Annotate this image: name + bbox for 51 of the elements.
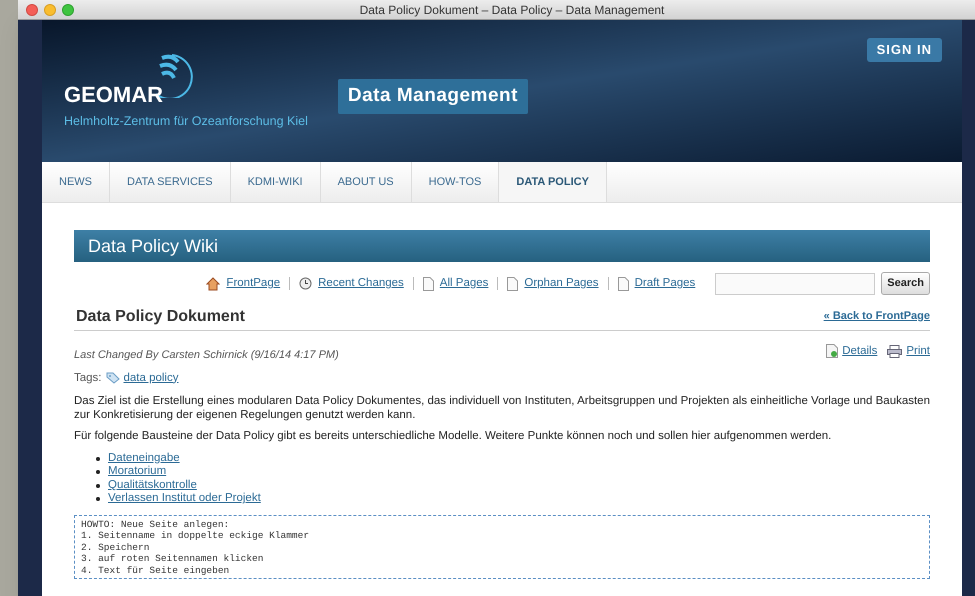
list-link[interactable]: Qualitätskontrolle <box>108 478 197 492</box>
home-icon <box>206 276 220 290</box>
howto-line: 2. Speichern <box>81 542 150 554</box>
howto-line: 1. Seitenname in doppelte eckige Klammer <box>81 530 310 542</box>
howto-line: HOWTO: Neue Seite anlegen: <box>81 518 230 530</box>
minimize-icon[interactable] <box>44 4 56 16</box>
logo-subtitle: Helmholtz-Zentrum für Ozeanforschung Kiel <box>64 113 308 130</box>
back-link[interactable]: « Back to FrontPage <box>824 308 930 324</box>
close-icon[interactable] <box>26 4 38 16</box>
howto-line: 3. auf roten Seitennamen klicken <box>81 553 264 565</box>
page-icon <box>507 276 518 290</box>
nav-tab[interactable]: DATA POLICY <box>499 162 607 202</box>
bullet-icon <box>96 497 100 501</box>
maximize-icon[interactable] <box>62 4 74 16</box>
howto-line: 4. Text für Seite eingeben <box>81 564 230 576</box>
bullet-icon <box>96 456 100 460</box>
nav-tab[interactable]: KDMI-WIKI <box>230 162 321 202</box>
wiki-nav-link[interactable]: FrontPage <box>226 274 280 292</box>
page-icon <box>422 276 434 290</box>
printer-icon <box>887 344 902 358</box>
list-link[interactable]: Dateneingabe <box>108 452 180 466</box>
wiki-title: Data Policy Wiki <box>88 234 218 258</box>
nav-tab[interactable]: NEWS <box>42 162 110 202</box>
bullet-icon <box>96 470 100 474</box>
body-paragraph: Für folgende Bausteine der Data Policy gibt es bereits unterschiedliche Modelle. Weitere Punkte können noch und sollen hier aufgenommen werden. <box>74 428 832 443</box>
wiki-nav-link[interactable]: Draft Pages <box>634 274 696 292</box>
clock-icon <box>299 277 312 290</box>
tag-icon <box>106 372 120 384</box>
tag-link[interactable]: data policy <box>124 370 178 387</box>
sign-in-button[interactable]: SIGN IN <box>866 38 942 62</box>
page-icon <box>618 276 629 290</box>
body-paragraph: Das Ziel ist die Erstellung eines modularen Data Policy Dokumentes, das individuell von Instituten, Arbeitsgruppen und Projekten als einheitliche Vorlage und Baukasten zur Konkretisierung der eigenen Regelungen genutzt werden kann. <box>74 394 930 422</box>
search-field[interactable] <box>715 272 876 294</box>
page-title: Data Policy Dokument <box>75 307 245 327</box>
last-changed-text: Last Changed By Carsten Schirnick (9/16/14 4:17 PM) <box>74 348 339 363</box>
list-link[interactable]: Moratorium <box>108 465 166 479</box>
search-button[interactable]: Search <box>881 272 930 295</box>
wiki-nav-link[interactable]: All Pages <box>440 274 488 292</box>
list-link[interactable]: Verlassen Institut oder Projekt <box>108 492 261 506</box>
bullet-icon <box>96 484 100 488</box>
wiki-nav-link[interactable]: Orphan Pages <box>524 274 599 292</box>
window-title: Data Policy Dokument – Data Policy – Data Management <box>360 2 664 18</box>
nav-tab[interactable]: DATA SERVICES <box>110 162 231 202</box>
details-link[interactable]: Details <box>842 342 878 360</box>
wiki-nav-link[interactable]: Recent Changes <box>318 274 404 292</box>
details-icon <box>826 344 838 358</box>
print-link[interactable]: Print <box>906 342 930 360</box>
tags-label: Tags: <box>74 370 102 386</box>
nav-tab[interactable]: ABOUT US <box>320 162 412 202</box>
banner-title: Data Management <box>338 79 528 114</box>
logo-text: GEOMAR <box>64 84 164 106</box>
